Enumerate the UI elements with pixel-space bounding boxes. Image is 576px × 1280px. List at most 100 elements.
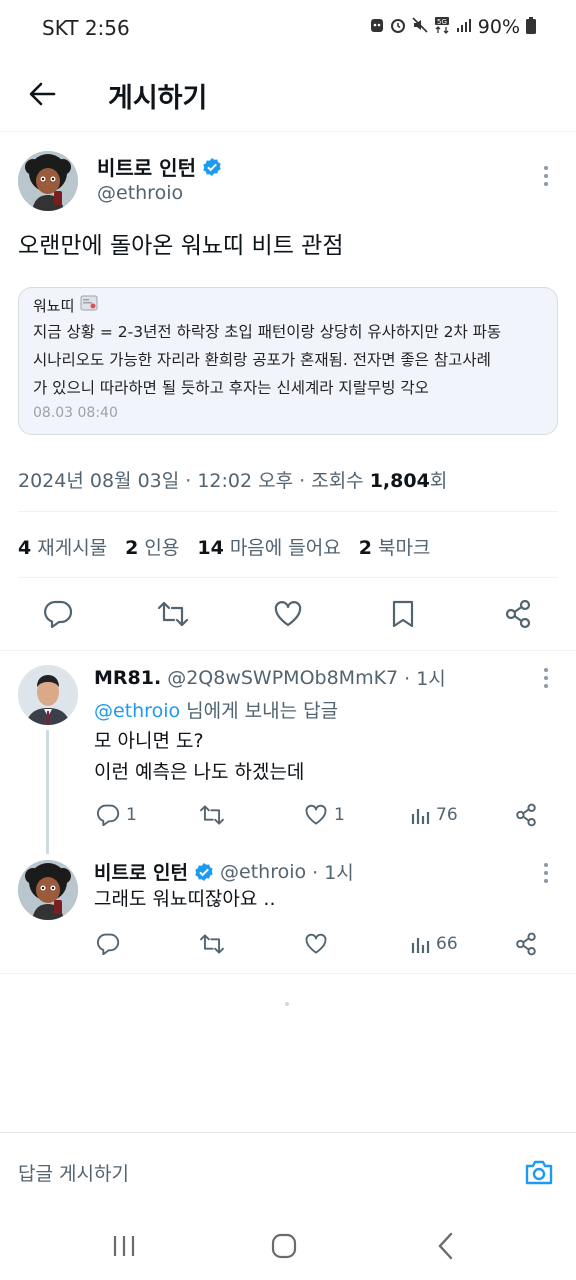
divider bbox=[0, 973, 576, 974]
retweets-label: 재게시물 bbox=[37, 537, 108, 559]
reply-like-button[interactable] bbox=[304, 928, 328, 960]
reply-icon bbox=[97, 804, 120, 826]
retweet-button[interactable] bbox=[153, 594, 193, 634]
reply-share-button[interactable] bbox=[514, 928, 538, 960]
alarm-icon bbox=[390, 17, 406, 37]
reply-share-button[interactable] bbox=[514, 799, 538, 831]
more-vertical-icon bbox=[544, 166, 548, 186]
more-vertical-icon bbox=[544, 668, 548, 688]
bookmark-button[interactable] bbox=[383, 594, 423, 634]
more-vertical-icon bbox=[544, 863, 548, 883]
likes-label: 마음에 들어요 bbox=[229, 537, 341, 559]
divider bbox=[18, 511, 558, 512]
share-icon bbox=[516, 803, 536, 827]
share-icon bbox=[505, 599, 531, 629]
reply-line: 이런 예측은 나도 하겠는데 bbox=[94, 761, 305, 783]
quotes-count: 2 bbox=[125, 537, 139, 559]
home-icon bbox=[271, 1233, 297, 1259]
top-bar: 게시하기 bbox=[0, 56, 576, 132]
camera-button[interactable] bbox=[522, 1155, 556, 1189]
quote-title-text: 워뇨띠 bbox=[33, 296, 75, 315]
author-name-text: 비트로 인턴 bbox=[97, 156, 196, 180]
loading-indicator bbox=[285, 1002, 289, 1006]
heart-icon bbox=[305, 804, 327, 825]
reply-avatar[interactable] bbox=[18, 665, 78, 725]
bookmarks-stat[interactable]: 2 북마크 bbox=[359, 533, 431, 560]
reply-text: 그래도 워뇨띠잖아요 .. bbox=[94, 884, 275, 915]
bookmark-icon bbox=[392, 600, 414, 628]
reply-compose-bar: 답글 게시하기 bbox=[0, 1132, 576, 1212]
heart-icon bbox=[274, 601, 302, 627]
reply-author-handle[interactable]: @ethroio bbox=[220, 861, 306, 883]
retweets-stat[interactable]: 4 재게시물 bbox=[18, 533, 107, 560]
reply-avatar[interactable] bbox=[18, 860, 78, 920]
home-button[interactable] bbox=[264, 1228, 304, 1264]
battery-icon bbox=[526, 16, 536, 38]
recent-apps-icon bbox=[113, 1236, 135, 1256]
reply-views-button[interactable]: 76 bbox=[410, 799, 458, 831]
like-count: 1 bbox=[334, 805, 345, 825]
quoted-post[interactable]: 워뇨띠 지금 상황 = 2-3년전 하락장 초입 패턴이랑 상당히 유사하지만 … bbox=[18, 287, 558, 435]
view-suffix: 회 bbox=[429, 470, 448, 492]
reply-header: MR81. @2Q8wSWPMOb8MmK7 · 1시 bbox=[94, 664, 446, 691]
like-button[interactable] bbox=[268, 594, 308, 634]
bar-chart-icon bbox=[411, 809, 430, 824]
likes-stat[interactable]: 14 마음에 들어요 bbox=[197, 533, 340, 560]
reply-author-name[interactable]: MR81. bbox=[94, 667, 161, 689]
arrow-left-icon bbox=[29, 82, 56, 106]
reply-reply-button[interactable]: 1 bbox=[96, 799, 137, 831]
reply-author-handle[interactable]: @2Q8wSWPMOb8MmK7 bbox=[167, 667, 398, 689]
post-meta: 2024년 08월 03일 · 12:02 오후 · 조회수 1,804회 bbox=[18, 466, 447, 493]
reply-input[interactable]: 답글 게시하기 bbox=[18, 1159, 129, 1186]
quote-title: 워뇨띠 bbox=[33, 292, 543, 318]
reply-to-suffix: 님에게 보내는 답글 bbox=[180, 700, 339, 722]
retweets-count: 4 bbox=[18, 537, 32, 559]
reply-more-button[interactable] bbox=[534, 666, 558, 690]
system-back-button[interactable] bbox=[426, 1228, 466, 1264]
reply-button[interactable] bbox=[38, 594, 78, 634]
5g-icon: 5G bbox=[434, 16, 450, 38]
page-title: 게시하기 bbox=[108, 83, 208, 114]
battery-percent: 90% bbox=[477, 16, 520, 38]
divider bbox=[18, 577, 558, 578]
author-avatar[interactable] bbox=[18, 151, 78, 211]
heart-icon bbox=[305, 933, 327, 954]
image-icon bbox=[80, 295, 98, 315]
svg-text:5G: 5G bbox=[437, 18, 447, 26]
reply-like-button[interactable]: 1 bbox=[304, 799, 345, 831]
share-button[interactable] bbox=[498, 594, 538, 634]
reply-header: 비트로 인턴 @ethroio · 1시 bbox=[94, 858, 354, 885]
post-date-time: 2024년 08월 03일 · 12:02 오후 · 조회수 bbox=[18, 470, 370, 492]
verified-badge-icon bbox=[202, 157, 222, 177]
back-button[interactable] bbox=[20, 72, 64, 116]
bookmarks-count: 2 bbox=[358, 537, 372, 559]
reply-author-name[interactable]: 비트로 인턴 bbox=[94, 858, 188, 885]
reply-line: 그래도 워뇨띠잖아요 .. bbox=[94, 888, 276, 910]
more-options-button[interactable] bbox=[534, 164, 558, 188]
reply-icon bbox=[97, 933, 120, 955]
reply-to-mention[interactable]: @ethroio bbox=[94, 700, 180, 722]
thread-connector bbox=[46, 730, 49, 854]
share-icon bbox=[516, 932, 536, 956]
view-count: 1,804 bbox=[369, 470, 430, 492]
reply-retweet-button[interactable] bbox=[199, 928, 225, 960]
engagement-stats: 4 재게시물 2 인용 14 마음에 들어요 2 북마크 bbox=[18, 533, 430, 560]
reply-retweet-button[interactable] bbox=[199, 799, 225, 831]
view-count: 76 bbox=[436, 805, 458, 825]
reply-text: 모 아니면 도? 이런 예측은 나도 하겠는데 bbox=[94, 726, 304, 788]
retweet-icon bbox=[157, 601, 189, 627]
reply-more-button[interactable] bbox=[534, 861, 558, 885]
tweet-text: 오랜만에 돌아온 워뇨띠 비트 관점 bbox=[18, 233, 344, 259]
quotes-label: 인용 bbox=[144, 537, 180, 559]
recent-apps-button[interactable] bbox=[104, 1228, 144, 1264]
verified-badge-icon bbox=[194, 862, 214, 882]
carrier-time: SKT 2:56 bbox=[42, 16, 130, 40]
reply-reply-button[interactable] bbox=[96, 928, 120, 960]
author-name[interactable]: 비트로 인턴 bbox=[97, 152, 222, 181]
notification-icon bbox=[370, 17, 384, 37]
quotes-stat[interactable]: 2 인용 bbox=[125, 533, 179, 560]
replying-to: @ethroio 님에게 보내는 답글 bbox=[94, 696, 338, 723]
divider bbox=[0, 650, 576, 651]
reply-views-button[interactable]: 66 bbox=[410, 928, 458, 960]
author-handle[interactable]: @ethroio bbox=[97, 182, 183, 204]
